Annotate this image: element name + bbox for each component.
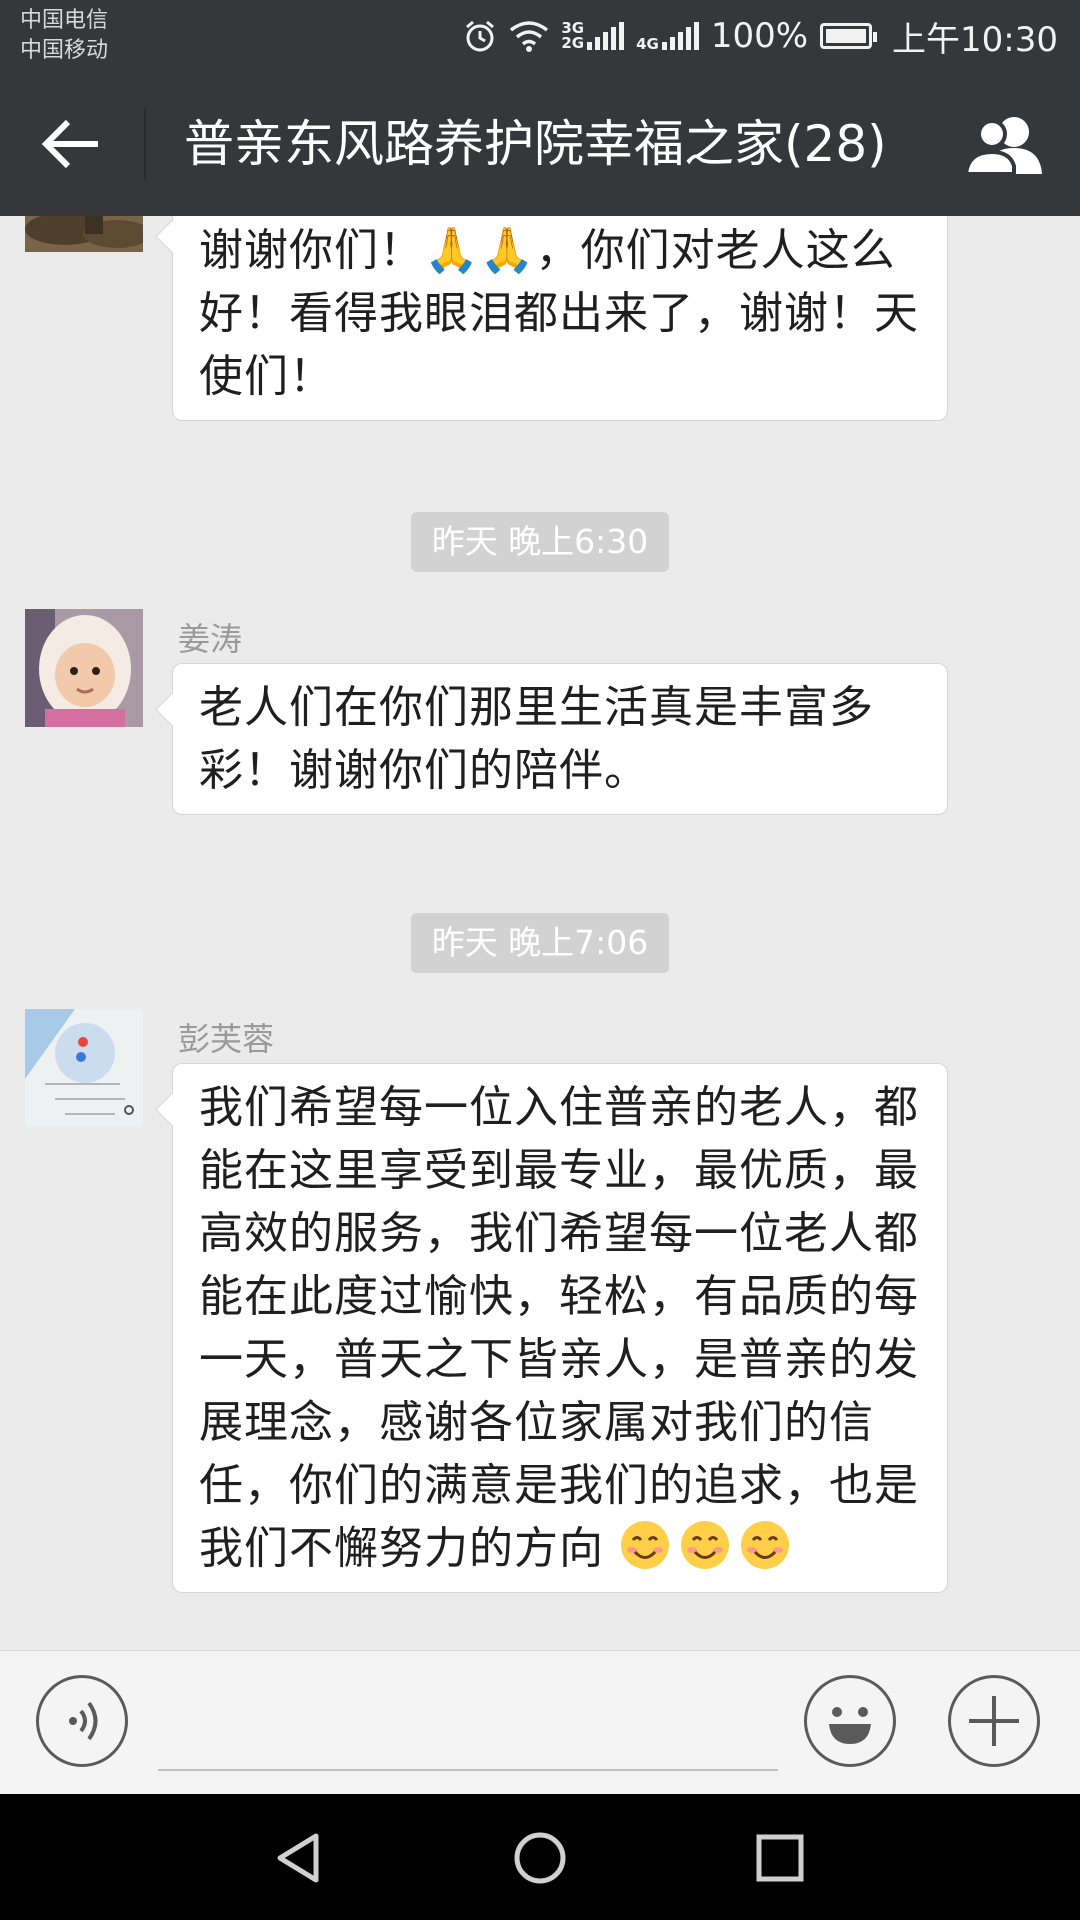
home-circle-icon[interactable]: [510, 1828, 570, 1888]
alarm-icon: [466, 20, 495, 52]
voice-input-button[interactable]: [36, 1675, 128, 1767]
group-members-icon[interactable]: [964, 112, 1050, 176]
chat-title: 普亲东风路养护院幸福之家(28): [184, 115, 887, 173]
network-2g: 2G: [561, 34, 585, 52]
battery-icon: [820, 23, 878, 49]
chat-header: 普亲东风路养护院幸福之家(28): [0, 72, 1080, 216]
network-4g: 4G: [636, 34, 659, 53]
emoji-icon: [829, 1707, 871, 1744]
message-bubble[interactable]: 谢谢你们！🙏🙏，你们对老人这么好！看得我眼泪都出来了，谢谢！天使们！: [172, 216, 948, 421]
message-list[interactable]: 谢谢你们！🙏🙏，你们对老人这么好！看得我眼泪都出来了，谢谢！天使们！ 昨天 晚上…: [0, 216, 1080, 1650]
message-input[interactable]: [158, 1769, 778, 1771]
system-nav-bar: [0, 1794, 1080, 1920]
wifi-icon: [510, 21, 549, 52]
avatar[interactable]: [25, 1009, 143, 1127]
plus-icon: [969, 1696, 1019, 1746]
status-icons: 3G 2G 4G 100% 上午10:30: [463, 0, 1058, 72]
message-text: 我们希望每一位入住普亲的老人，都能在这里享受到最专业，最优质，最高效的服务，我们…: [199, 1082, 919, 1574]
carrier-1: 中国电信: [20, 8, 109, 33]
message-text: 谢谢你们！🙏🙏，你们对老人这么好！看得我眼泪都出来了，谢谢！天使们！: [199, 225, 919, 402]
emoji-group: [619, 1521, 799, 1574]
smiling-face-emoji: [681, 1521, 729, 1569]
header-divider: [144, 108, 146, 180]
message-bubble[interactable]: 老人们在你们那里生活真是丰富多彩！谢谢你们的陪伴。: [172, 663, 948, 815]
emoji-button[interactable]: [804, 1675, 896, 1767]
clock: 上午10:30: [892, 19, 1058, 60]
recents-square-icon[interactable]: [750, 1828, 810, 1888]
carrier-2: 中国移动: [20, 38, 109, 63]
back-arrow-icon[interactable]: [38, 114, 108, 174]
back-triangle-icon[interactable]: [270, 1828, 330, 1888]
message-bubble[interactable]: 我们希望每一位入住普亲的老人，都能在这里享受到最专业，最优质，最高效的服务，我们…: [172, 1063, 948, 1593]
status-bar: 中国电信 中国移动 3G 2G 4G 100% 上午10:30: [0, 0, 1080, 72]
carrier-info: 中国电信 中国移动: [20, 6, 108, 66]
timestamp: 昨天 晚上7:06: [411, 913, 669, 973]
input-bar: [0, 1650, 1080, 1795]
smiling-face-emoji: [741, 1521, 789, 1569]
smiling-face-emoji: [621, 1521, 669, 1569]
voice-input-icon: [69, 1701, 98, 1741]
signal-icon-2: [661, 22, 699, 50]
more-actions-button[interactable]: [948, 1675, 1040, 1767]
avatar[interactable]: [25, 216, 143, 252]
sender-name: 彭芙蓉: [178, 1020, 275, 1058]
timestamp: 昨天 晚上6:30: [411, 512, 669, 572]
sender-name: 姜涛: [178, 620, 243, 658]
signal-icon: [587, 22, 625, 50]
battery-percent: 100%: [710, 16, 809, 56]
message-text: 老人们在你们那里生活真是丰富多彩！谢谢你们的陪伴。: [199, 682, 874, 796]
avatar[interactable]: [25, 609, 143, 727]
